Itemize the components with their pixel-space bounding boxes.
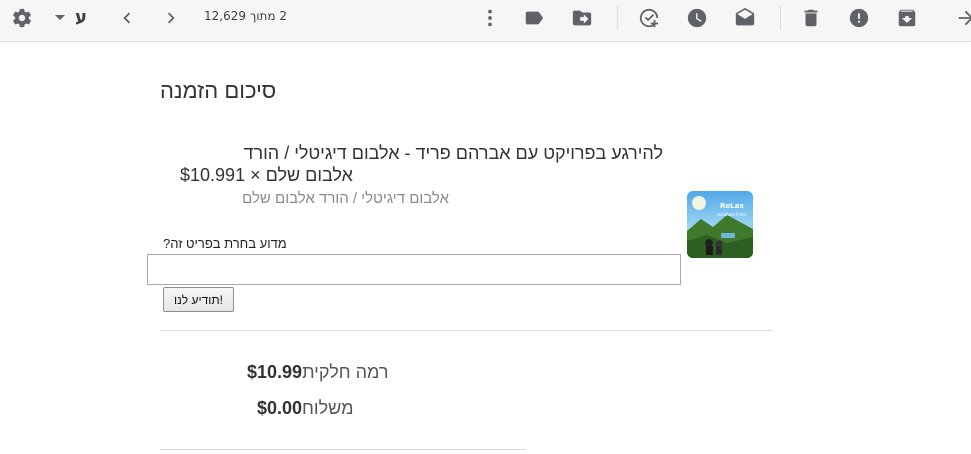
pagination-text: 2 מתוך 12,629 [204,9,288,23]
thumb-title: ReLax [720,202,744,210]
order-summary-heading: סיכום הזמנה [160,78,277,103]
move-to-icon[interactable] [568,4,596,32]
shipping-row: $0.00משלוח [257,398,353,419]
language-label: ע [75,6,87,28]
archive-icon[interactable] [893,4,921,32]
product-thumbnail[interactable]: ReLax Avraham Fried [687,191,753,258]
subtotal-value: $10.99 [247,362,303,382]
subtotal-row: $10.99רמה חלקית [247,362,389,383]
why-chosen-label: מדוע בחרת בפריט זה? [163,236,287,251]
why-chosen-input[interactable] [147,254,681,285]
toolbar-separator [617,6,618,30]
tell-us-button[interactable]: תודיע לנו! [163,287,234,312]
thumb-subtitle: Avraham Fried [717,212,746,217]
back-arrow-icon[interactable] [952,4,971,32]
language-dropdown[interactable]: ע [55,4,87,30]
mark-unread-icon[interactable] [731,4,759,32]
more-vert-icon[interactable] [476,4,504,32]
snooze-clock-icon[interactable] [683,4,711,32]
divider [160,449,526,450]
divider [160,330,773,331]
shipping-label: משלוח [302,398,354,418]
label-icon[interactable] [520,4,548,32]
email-toolbar: ע 2 מתוך 12,629 [0,0,971,42]
chevron-right-icon[interactable] [157,4,185,32]
settings-icon[interactable] [8,4,36,32]
product-title: להירגע בפרויקט עם אברהם פריד - אלבום דיג… [243,143,663,163]
report-spam-icon[interactable] [845,4,873,32]
product-title-line2: $10.991 × אלבום שלם [180,165,353,186]
product-variant: אלבום דיגיטלי / הורד אלבום שלם [242,190,449,207]
chevron-left-icon[interactable] [113,4,141,32]
product-price: $10.99 [180,165,236,185]
add-to-tasks-icon[interactable] [635,4,663,32]
toolbar-separator [780,6,781,30]
subtotal-label: רמה חלקית [302,362,389,382]
shipping-value: $0.00 [257,398,303,418]
caret-down-icon [55,14,65,20]
product-title-continued: אלבום שלם [265,165,353,185]
product-quantity: 1 × [235,165,261,185]
delete-icon[interactable] [797,4,825,32]
